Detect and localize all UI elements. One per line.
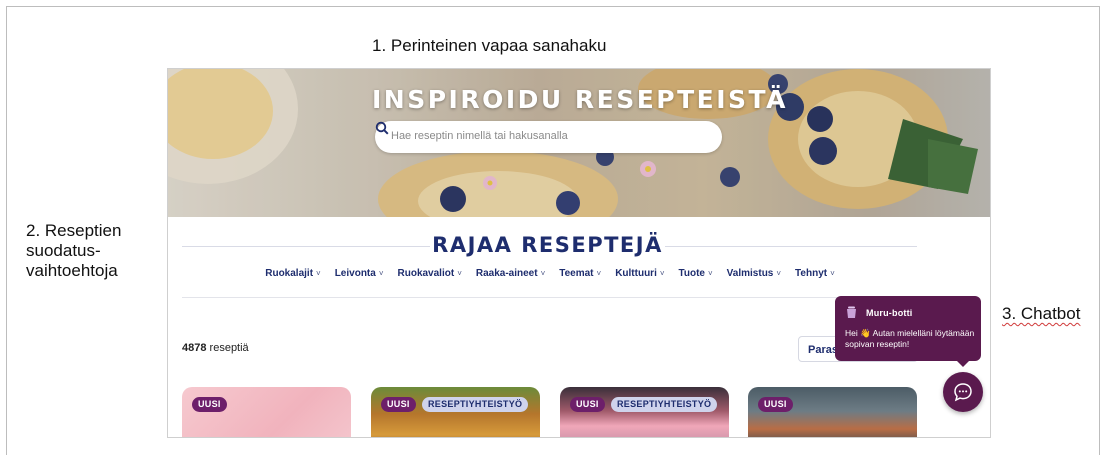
annotation-chatbot: 3. Chatbot [1002,304,1080,324]
hero-title: INSPIROIDU RESEPTEISTÄ [371,85,789,114]
recipe-card[interactable]: UUSI RESEPTIYHTEISTYÖ [560,387,729,437]
filter-kulttuuri[interactable]: Kulttuuri ˅ [615,268,664,279]
filter-label: Ruokalajit [265,268,314,279]
filter-label: Kulttuuri [615,268,657,279]
filter-label: Leivonta [334,268,376,279]
filter-label: Raaka-aineet [475,268,538,279]
result-count: 4878 reseptiä [182,342,249,354]
recipe-search-bar[interactable]: Hae reseptin nimellä tai hakusanalla [375,121,722,153]
recipe-cards: UUSI UUSI RESEPTIYHTEISTYÖ UUSI RESEPTIY… [168,387,990,437]
filter-tehnyt[interactable]: Tehnyt ˅ [795,268,835,279]
filter-ruokavaliot[interactable]: Ruokavaliot ˅ [398,268,462,279]
chevron-down-icon: ˅ [596,269,602,278]
filter-valmistus[interactable]: Valmistus ˅ [727,268,781,279]
chatbot-popup[interactable]: Muru-botti Hei 👋 Autan mielelläni löytäm… [835,296,981,367]
badge-new: UUSI [192,397,227,412]
badge-new: UUSI [381,397,416,412]
divider [182,297,917,298]
annotation-chatbot-text: 3. Chatbot [1002,304,1081,323]
chevron-down-icon: ˅ [540,269,546,278]
recipe-card[interactable]: UUSI RESEPTIYHTEISTYÖ [371,387,540,437]
hero-banner: INSPIROIDU RESEPTEISTÄ Hae reseptin nime… [168,69,990,217]
filter-label: Tehnyt [795,268,828,279]
divider [182,246,430,247]
recipe-site-screenshot: INSPIROIDU RESEPTEISTÄ Hae reseptin nime… [167,68,991,438]
chevron-down-icon: ˅ [659,269,665,278]
recipe-card[interactable]: UUSI [748,387,917,437]
chevron-down-icon: ˅ [378,269,384,278]
filter-ruokalajit[interactable]: Ruokalajit ˅ [265,268,320,279]
chatbot-button[interactable] [943,372,983,412]
chevron-down-icon: ˅ [776,269,782,278]
badge-collaboration: RESEPTIYHTEISTYÖ [611,397,718,412]
filter-raaka-aineet[interactable]: Raaka-aineet ˅ [476,268,545,279]
chevron-down-icon: ˅ [830,269,835,278]
badge-new: UUSI [758,397,793,412]
filter-teemat[interactable]: Teemat ˅ [559,268,601,279]
chevron-down-icon: ˅ [708,269,713,278]
filter-tuote[interactable]: Tuote ˅ [679,268,713,279]
search-input[interactable]: Hae reseptin nimellä tai hakusanalla [391,130,568,142]
filter-label: Tuote [678,268,705,279]
annotation-filters: 2. Reseptien suodatus-vaihtoehtoja [26,221,122,280]
annotation-free-search: 1. Perinteinen vapaa sanahaku [372,36,607,55]
bot-cup-icon [847,306,856,318]
chat-bubble-icon [954,383,972,402]
divider [665,246,917,247]
filter-label: Ruokavaliot [397,268,455,279]
badge-collaboration: RESEPTIYHTEISTYÖ [422,397,529,412]
result-count-suffix: reseptiä [206,342,249,354]
chatbot-name: Muru-botti [866,308,913,318]
result-count-number: 4878 [182,342,207,354]
filter-label: Teemat [559,268,594,279]
sort-label: Paras [808,344,838,356]
filter-categories: Ruokalajit ˅ Leivonta ˅ Ruokavaliot ˅ Raaka… [168,268,932,279]
chevron-down-icon: ˅ [457,269,462,278]
recipe-card[interactable]: UUSI [182,387,351,437]
badge-new: UUSI [570,397,605,412]
chevron-down-icon: ˅ [316,269,321,278]
chatbot-message: Hei 👋 Autan mielelläni löytämään sopivan… [845,328,975,349]
filter-label: Valmistus [726,268,774,279]
filter-leivonta[interactable]: Leivonta ˅ [335,268,384,279]
filter-title: RAJAA RESEPTEJÄ [432,233,663,257]
search-icon[interactable] [375,121,389,135]
